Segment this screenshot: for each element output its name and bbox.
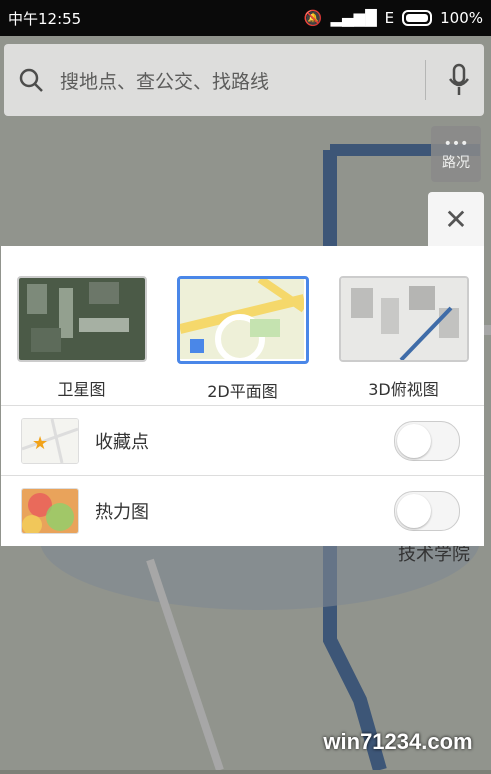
heatmap-thumbnail <box>21 488 79 534</box>
layer-3d[interactable]: 3D俯视图 <box>334 276 474 405</box>
traffic-icon: ••• <box>443 136 469 152</box>
layer-label: 卫星图 <box>57 380 106 399</box>
divider <box>425 60 426 100</box>
option-label: 收藏点 <box>95 431 149 453</box>
layer-options: 卫星图 2D平面图 3D俯视图 <box>1 246 484 406</box>
signal-icon: ▂▄▆█ <box>330 9 377 27</box>
traffic-button[interactable]: ••• 路况 <box>431 126 481 182</box>
toggle-knob <box>397 494 431 528</box>
close-icon: ✕ <box>444 202 468 236</box>
microphone-icon[interactable] <box>448 63 470 97</box>
close-button[interactable]: ✕ <box>428 192 484 246</box>
heatmap-toggle[interactable] <box>394 491 460 531</box>
network-type: E <box>384 9 395 27</box>
search-bar[interactable]: 搜地点、查公交、找路线 <box>4 44 484 116</box>
toggle-knob <box>397 423 431 458</box>
svg-text:★: ★ <box>32 433 48 454</box>
status-icons: 🔕 ▂▄▆█ E 100% <box>304 9 483 27</box>
mute-icon: 🔕 <box>303 9 323 27</box>
status-time: 中午12:55 <box>8 9 82 28</box>
watermark-text: win71234.com <box>323 729 473 754</box>
search-placeholder: 搜地点、查公交、找路线 <box>60 70 270 93</box>
layer-label: 2D平面图 <box>207 382 278 401</box>
traffic-label: 路况 <box>442 155 470 171</box>
status-bar: 中午12:55 🔕 ▂▄▆█ E 100% <box>0 0 491 36</box>
map-3d-thumbnail <box>338 276 469 362</box>
battery-level: 100% <box>440 9 483 27</box>
satellite-thumbnail <box>16 276 147 362</box>
option-heatmap[interactable]: 热力图 <box>1 476 484 546</box>
map-2d-thumbnail <box>176 276 309 364</box>
layer-satellite[interactable]: 卫星图 <box>12 276 152 405</box>
option-label: 热力图 <box>95 502 149 523</box>
favorites-toggle[interactable] <box>394 420 460 461</box>
search-icon <box>19 68 43 92</box>
layer-label: 3D俯视图 <box>368 380 439 399</box>
layer-2d[interactable]: 2D平面图 <box>173 276 313 405</box>
favorites-thumbnail: ★ <box>21 417 79 464</box>
option-favorites[interactable]: ★ 收藏点 <box>1 406 484 476</box>
layer-panel: 卫星图 2D平面图 3D俯视图 ★ 收藏点 热力图 <box>1 246 484 546</box>
battery-icon <box>402 10 433 26</box>
